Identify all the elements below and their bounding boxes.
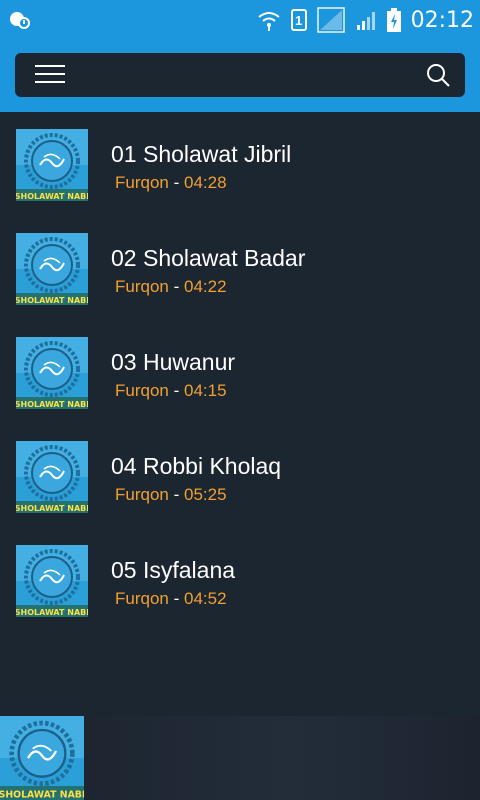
track-item[interactable]: SHOLAWAT NABI 04 Robbi Kholaq Furqon - 0…	[0, 424, 480, 528]
now-playing-art[interactable]: SHOLAWAT NABI	[0, 716, 84, 800]
status-time: 02:12	[410, 7, 474, 33]
track-duration: 04:28	[183, 173, 227, 192]
hamburger-menu-icon[interactable]	[35, 65, 67, 87]
svg-text:SHOLAWAT NABI: SHOLAWAT NABI	[0, 790, 84, 800]
track-item[interactable]: SHOLAWAT NABI 02 Sholawat Badar Furqon -…	[0, 216, 480, 320]
track-artist: Furqon	[115, 381, 169, 400]
svg-text:SHOLAWAT NABI: SHOLAWAT NABI	[16, 296, 88, 305]
track-meta: Furqon - 04:28	[115, 173, 227, 193]
track-item[interactable]: SHOLAWAT NABI 03 Huwanur Furqon - 04:15	[0, 320, 480, 424]
notification-icon	[10, 12, 30, 29]
track-duration: 04:22	[183, 277, 227, 296]
track-artist: Furqon	[115, 589, 169, 608]
svg-text:SHOLAWAT NABI: SHOLAWAT NABI	[16, 400, 88, 409]
track-item[interactable]: SHOLAWAT NABI 05 Isyfalana Furqon - 04:5…	[0, 528, 480, 632]
signal-icon-2	[356, 12, 375, 30]
track-separator: -	[168, 589, 184, 608]
track-title: 05 Isyfalana	[111, 557, 236, 583]
track-title: 04 Robbi Kholaq	[111, 453, 282, 479]
battery-charging-icon	[386, 8, 401, 32]
status-bar: 1 02:12	[0, 0, 480, 40]
track-duration: 04:15	[183, 381, 227, 400]
album-art: SHOLAWAT NABI	[16, 337, 88, 409]
track-artist: Furqon	[115, 277, 169, 296]
track-title: 01 Sholawat Jibril	[111, 141, 292, 167]
track-separator: -	[168, 173, 184, 192]
track-meta: Furqon - 04:52	[115, 589, 227, 609]
track-meta: Furqon - 05:25	[115, 485, 227, 505]
album-art: SHOLAWAT NABI	[16, 441, 88, 513]
status-icons: 1 02:12	[257, 0, 474, 40]
album-art: SHOLAWAT NABI	[16, 545, 88, 617]
track-meta: Furqon - 04:15	[115, 381, 227, 401]
track-item[interactable]: SHOLAWAT NABI 01 Sholawat Jibril Furqon …	[0, 112, 480, 216]
track-separator: -	[168, 381, 184, 400]
signal-icon	[316, 7, 345, 33]
track-artist: Furqon	[115, 485, 169, 504]
svg-text:SHOLAWAT NABI: SHOLAWAT NABI	[16, 608, 88, 617]
sim-icon: 1	[290, 9, 307, 31]
album-art: SHOLAWAT NABI	[16, 129, 88, 201]
search-icon[interactable]	[425, 62, 451, 88]
track-meta: Furqon - 04:22	[115, 277, 227, 297]
track-title: 02 Sholawat Badar	[111, 245, 306, 271]
svg-text:SHOLAWAT NABI: SHOLAWAT NABI	[16, 504, 88, 513]
track-duration: 05:25	[183, 485, 227, 504]
track-title: 03 Huwanur	[111, 349, 236, 375]
album-art: SHOLAWAT NABI	[16, 233, 88, 305]
wifi-icon	[257, 12, 280, 31]
mini-player[interactable]: SHOLAWAT NABI	[0, 716, 480, 800]
track-duration: 04:52	[183, 589, 227, 608]
track-separator: -	[168, 485, 184, 504]
track-artist: Furqon	[115, 173, 169, 192]
track-separator: -	[168, 277, 184, 296]
search-bar[interactable]	[15, 53, 465, 97]
track-list: SHOLAWAT NABI 01 Sholawat Jibril Furqon …	[0, 112, 480, 632]
app-header	[0, 40, 480, 112]
svg-text:SHOLAWAT NABI: SHOLAWAT NABI	[16, 192, 88, 201]
